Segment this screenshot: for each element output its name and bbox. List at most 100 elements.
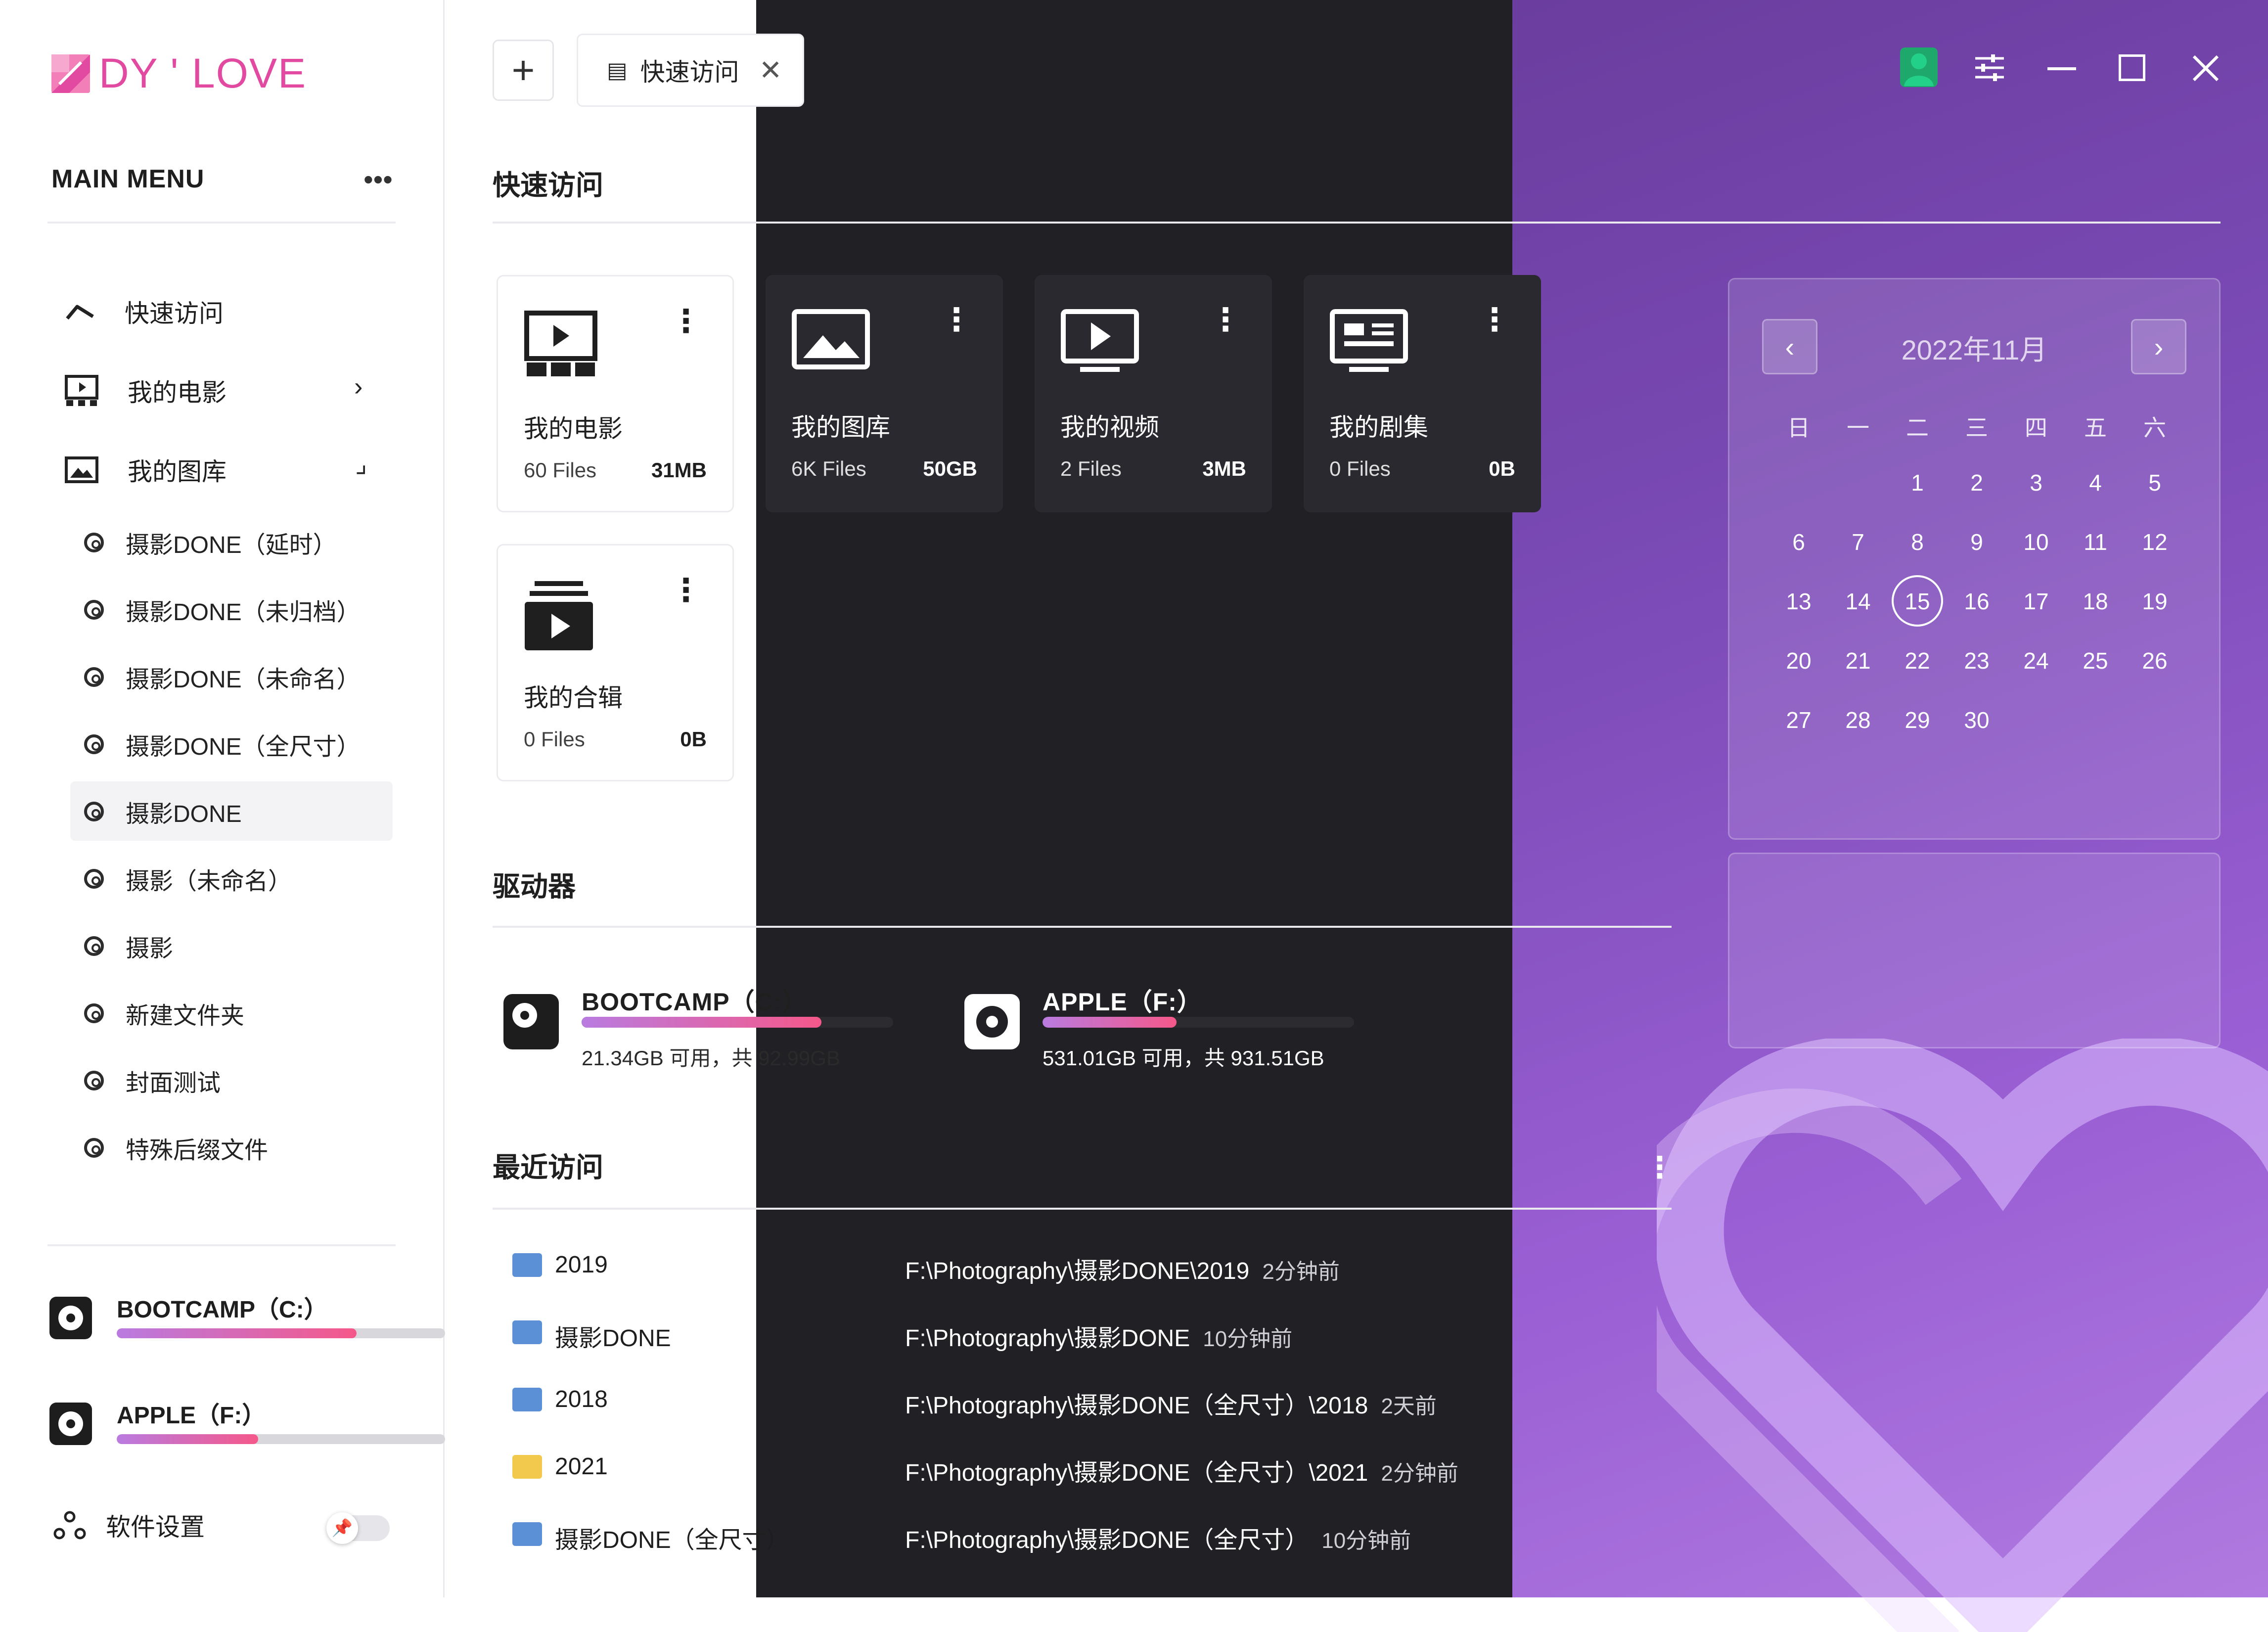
recent-row[interactable]: 2018 F:\Photography\摄影DONE（全尺寸）\2018 2天前	[512, 1371, 1551, 1430]
calendar-day[interactable]: 12	[2125, 529, 2184, 555]
recent-row[interactable]: 2021 F:\Photography\摄影DONE（全尺寸）\2021 2分钟前	[512, 1438, 1551, 1497]
calendar-day[interactable]: 23	[1947, 647, 2006, 674]
calendar-day[interactable]: 21	[1828, 647, 1888, 674]
gallery-icon	[792, 309, 870, 369]
card-title: 我的图库	[791, 413, 890, 441]
folder-item[interactable]: 摄影DONE（延时）	[84, 515, 337, 570]
folder-ring-icon	[84, 533, 104, 552]
nav-item-movies[interactable]: 我的电影	[64, 363, 227, 418]
folder-item[interactable]: 新建文件夹	[84, 986, 244, 1041]
folder-item[interactable]: 特殊后缀文件	[84, 1121, 268, 1175]
divider	[47, 222, 396, 224]
calendar-day[interactable]: 5	[2125, 469, 2184, 496]
close-icon[interactable]	[2191, 53, 2221, 86]
nav-item-quick-access[interactable]: 快速访问	[64, 284, 224, 339]
drive-name: BOOTCAMP（C:）	[582, 988, 808, 1016]
settings-button[interactable]: 软件设置	[53, 1507, 205, 1543]
folder-label: 特殊后缀文件	[126, 1137, 269, 1164]
add-tab-button[interactable]: +	[493, 40, 554, 101]
card-collection[interactable]: ⋮ 我的合辑 0 Files 0B	[497, 544, 734, 781]
folder-item[interactable]: 摄影DONE（未归档）	[84, 583, 361, 637]
recent-more-icon[interactable]: ⋮	[1645, 1150, 1675, 1185]
folder-label: 封面测试	[126, 1070, 221, 1096]
folder-item[interactable]: 封面测试	[84, 1053, 221, 1108]
folder-item[interactable]: 摄影DONE（未命名）	[84, 650, 361, 704]
calendar-day[interactable]: 4	[2066, 469, 2125, 496]
card-videos[interactable]: ⋮ 我的视频 2 Files 3MB	[1035, 275, 1272, 512]
card-more-icon[interactable]: ⋮	[670, 574, 702, 606]
calendar-day[interactable]: 29	[1888, 707, 1947, 733]
calendar-day[interactable]: 18	[2066, 588, 2125, 615]
folder-label: 新建文件夹	[126, 1003, 245, 1029]
recent-row[interactable]: 摄影DONE（全尺寸） F:\Photography\摄影DONE（全尺寸） 10…	[512, 1505, 1551, 1565]
nav-item-gallery[interactable]: 我的图库	[64, 443, 227, 497]
pin-toggle[interactable]: 📌	[326, 1512, 390, 1544]
calendar-day[interactable]: 30	[1947, 707, 2006, 733]
logo-text: DY ' LOVE	[99, 50, 307, 96]
card-more-icon[interactable]: ⋮	[1210, 304, 1241, 335]
settings-label: 软件设置	[106, 1513, 205, 1541]
calendar-day[interactable]: 25	[2066, 647, 2125, 674]
calendar-day[interactable]: 1	[1888, 469, 1947, 496]
tab-close-icon[interactable]: ✕	[759, 54, 782, 87]
folder-item[interactable]: 摄影DONE（全尺寸）	[84, 717, 361, 771]
calendar-day[interactable]: 11	[2066, 529, 2125, 555]
calendar-day[interactable]: 20	[1769, 647, 1828, 674]
drive-f[interactable]: APPLE（F:） 531.01GB 可用，共 931.51GB	[960, 982, 1386, 1081]
folder-item-active[interactable]: 摄影DONE	[84, 784, 242, 839]
drive-icon	[49, 1297, 92, 1339]
folder-ring-icon	[84, 1071, 104, 1090]
calendar-day[interactable]: 17	[2006, 588, 2066, 615]
recent-row[interactable]: 2019 F:\Photography\摄影DONE\2019 2分钟前	[512, 1236, 1551, 1296]
folder-item[interactable]: 摄影	[84, 919, 173, 973]
card-more-icon[interactable]: ⋮	[1479, 304, 1510, 335]
calendar-day[interactable]: 9	[1947, 529, 2006, 555]
card-title: 我的电影	[524, 415, 623, 443]
calendar-day[interactable]: 22	[1888, 647, 1947, 674]
calendar-day[interactable]: 7	[1828, 529, 1888, 555]
calendar-day[interactable]: 16	[1947, 588, 2006, 615]
calendar-day[interactable]: 28	[1828, 707, 1888, 733]
drive-usage-bar	[582, 1017, 893, 1028]
calendar-widget: ‹ 2022年11月 › 日一二三四五六 1 2 3 4 5 6 7 8 9 10 11 12 13 14 1…	[1728, 278, 2221, 840]
folder-item[interactable]: 摄影（未命名）	[84, 852, 292, 906]
calendar-next-button[interactable]: ›	[2131, 319, 2186, 374]
calendar-day[interactable]: 24	[2006, 647, 2066, 674]
sliders-icon[interactable]	[1973, 51, 2006, 87]
calendar-day[interactable]: 19	[2125, 588, 2184, 615]
folder-label: 摄影DONE	[126, 801, 242, 827]
user-icon[interactable]	[1900, 47, 1938, 87]
calendar-day[interactable]: 26	[2125, 647, 2184, 674]
minimize-icon[interactable]	[2047, 67, 2076, 70]
divider	[493, 926, 1672, 928]
card-gallery[interactable]: ⋮ 我的图库 6K Files 50GB	[766, 275, 1003, 512]
card-size: 50GB	[923, 457, 977, 480]
card-series[interactable]: ⋮ 我的剧集 0 Files 0B	[1304, 275, 1541, 512]
calendar-day[interactable]: 14	[1828, 588, 1888, 615]
card-movies[interactable]: ⋮ 我的电影 60 Files 31MB	[497, 275, 734, 512]
calendar-day[interactable]: 2	[1947, 469, 2006, 496]
card-more-icon[interactable]: ⋮	[670, 305, 702, 337]
today-ring	[1892, 575, 1943, 627]
calendar-day[interactable]: 8	[1888, 529, 1947, 555]
card-more-icon[interactable]: ⋮	[941, 304, 972, 335]
calendar-day[interactable]: 10	[2006, 529, 2066, 555]
recent-row[interactable]: 摄影DONE F:\Photography\摄影DONE 10分钟前	[512, 1304, 1551, 1363]
maximize-icon[interactable]	[2119, 54, 2145, 81]
collapse-icon[interactable]: ⌟	[355, 449, 367, 479]
calendar-day[interactable]: 27	[1769, 707, 1828, 733]
tab-quick-access[interactable]: ▤ 快速访问 ✕	[577, 34, 804, 107]
calendar-day[interactable]: 13	[1769, 588, 1828, 615]
section-title-quick: 快速访问	[493, 170, 603, 201]
card-title: 我的视频	[1060, 413, 1159, 441]
chevron-right-icon[interactable]: ›	[354, 372, 363, 402]
calendar-day[interactable]: 6	[1769, 529, 1828, 555]
chevron-up-icon	[66, 305, 94, 320]
calendar-weekday: 六	[2143, 415, 2166, 441]
divider	[493, 1208, 1672, 1210]
drive-c[interactable]: BOOTCAMP（C:） 21.34GB 可用，共 92.99GB	[499, 982, 925, 1081]
folder-ring-icon	[84, 600, 104, 620]
folder-ring-icon	[84, 1138, 104, 1158]
calendar-day[interactable]: 3	[2006, 469, 2066, 496]
menu-more-button[interactable]: •••	[363, 163, 393, 195]
